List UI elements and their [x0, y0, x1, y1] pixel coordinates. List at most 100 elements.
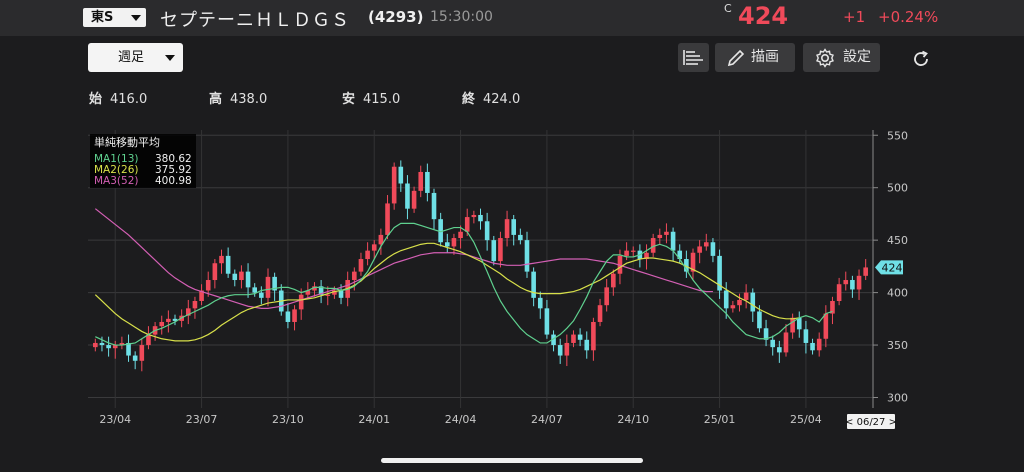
low-value: 安 415.0 — [342, 92, 401, 107]
high-value: 高 438.0 — [209, 92, 268, 107]
gear-icon — [816, 48, 834, 68]
date-cursor-label: < 06/27 > — [845, 417, 897, 428]
candle — [338, 290, 344, 298]
candle — [352, 271, 357, 281]
chevron-down-icon — [131, 15, 141, 21]
candle — [219, 255, 224, 264]
candle — [245, 271, 251, 288]
candle — [166, 318, 171, 322]
period-select[interactable]: 週足 — [88, 43, 183, 72]
refresh-icon[interactable] — [910, 48, 932, 70]
candle — [856, 275, 862, 290]
candle — [630, 250, 636, 252]
candle — [425, 171, 430, 193]
candle — [863, 267, 868, 276]
candle — [843, 280, 849, 285]
x-tick-label: 23/10 — [272, 413, 304, 426]
candle — [405, 183, 410, 209]
candle — [664, 231, 669, 235]
candle — [597, 305, 603, 322]
chevron-down-icon — [165, 55, 175, 61]
candle — [225, 255, 231, 274]
candle — [252, 287, 258, 293]
candle — [584, 339, 590, 351]
plot-area — [88, 130, 873, 408]
candle — [604, 287, 609, 306]
candle — [431, 192, 437, 220]
draw-button[interactable]: 描画 — [715, 43, 795, 72]
market-select[interactable]: 東S — [83, 8, 146, 27]
candle — [670, 231, 676, 251]
candle — [571, 334, 576, 343]
legend-series-name: MA3(52) — [94, 175, 138, 187]
candle — [159, 321, 165, 327]
candle — [703, 242, 709, 247]
candle — [491, 240, 497, 262]
candle — [624, 250, 629, 256]
candle — [391, 166, 397, 204]
list-lines-icon — [683, 50, 703, 65]
candle — [371, 244, 377, 251]
candle — [518, 234, 523, 241]
candle — [810, 342, 815, 351]
price-chart[interactable]: 550 500 450 400 350 300 23/04 23/07 23/10 24/01 24… — [0, 129, 1024, 430]
candle — [292, 309, 297, 322]
stock-code: (4293) — [368, 8, 424, 26]
candle — [99, 342, 105, 346]
candle — [298, 294, 304, 310]
candle — [850, 280, 855, 290]
x-tick-label: 25/04 — [790, 413, 822, 426]
candle — [239, 271, 244, 281]
y-tick-label: 350 — [887, 339, 908, 352]
legend-title: 単純移動平均 — [94, 135, 160, 149]
candle — [365, 250, 370, 260]
list-button[interactable] — [678, 43, 709, 72]
candle — [836, 284, 842, 301]
candle — [458, 231, 463, 239]
candle — [823, 313, 829, 339]
candle — [451, 238, 457, 247]
candle — [358, 259, 364, 272]
quote-time: 15:30:00 — [430, 9, 493, 25]
candle — [557, 345, 563, 356]
candle — [398, 166, 404, 184]
stock-name: セプテーニＨＬＤＧＳ — [160, 10, 350, 31]
candle — [710, 242, 716, 256]
y-tick-label: 500 — [887, 182, 908, 195]
candle — [803, 329, 809, 343]
current-price: 424 — [738, 2, 789, 30]
candle — [385, 203, 390, 235]
candle — [192, 300, 198, 309]
x-tick-label: 25/01 — [704, 413, 736, 426]
candle — [444, 242, 450, 247]
settings-label: 設定 — [843, 49, 871, 65]
close-value: 終 424.0 — [462, 92, 521, 107]
candle — [93, 342, 98, 348]
candle — [770, 339, 776, 348]
home-indicator — [381, 458, 643, 463]
candle — [524, 240, 530, 272]
candle — [564, 342, 570, 356]
settings-button[interactable]: 設定 — [803, 43, 880, 72]
price-chart-svg[interactable]: 550 500 450 400 350 300 23/04 23/07 23/10 24/01 24… — [0, 129, 1024, 430]
candle — [531, 271, 536, 298]
candle — [106, 345, 111, 349]
candle — [498, 238, 503, 262]
candle — [259, 292, 264, 298]
x-tick-label: 24/04 — [445, 413, 477, 426]
x-tick-label: 24/10 — [617, 413, 649, 426]
y-tick-label: 300 — [887, 392, 908, 405]
candle — [796, 317, 802, 330]
x-tick-label: 24/01 — [358, 413, 390, 426]
legend-series-value: 400.98 — [155, 175, 192, 187]
period-label: 週足 — [118, 50, 145, 65]
candle — [478, 214, 483, 222]
x-tick-label: 24/07 — [531, 413, 563, 426]
market-label: 東S — [91, 10, 114, 25]
candle — [750, 292, 756, 312]
candle — [743, 292, 749, 300]
candle — [790, 317, 795, 333]
price-change: +1 — [843, 8, 866, 26]
x-tick-label: 23/04 — [99, 413, 131, 426]
candle — [139, 345, 145, 361]
